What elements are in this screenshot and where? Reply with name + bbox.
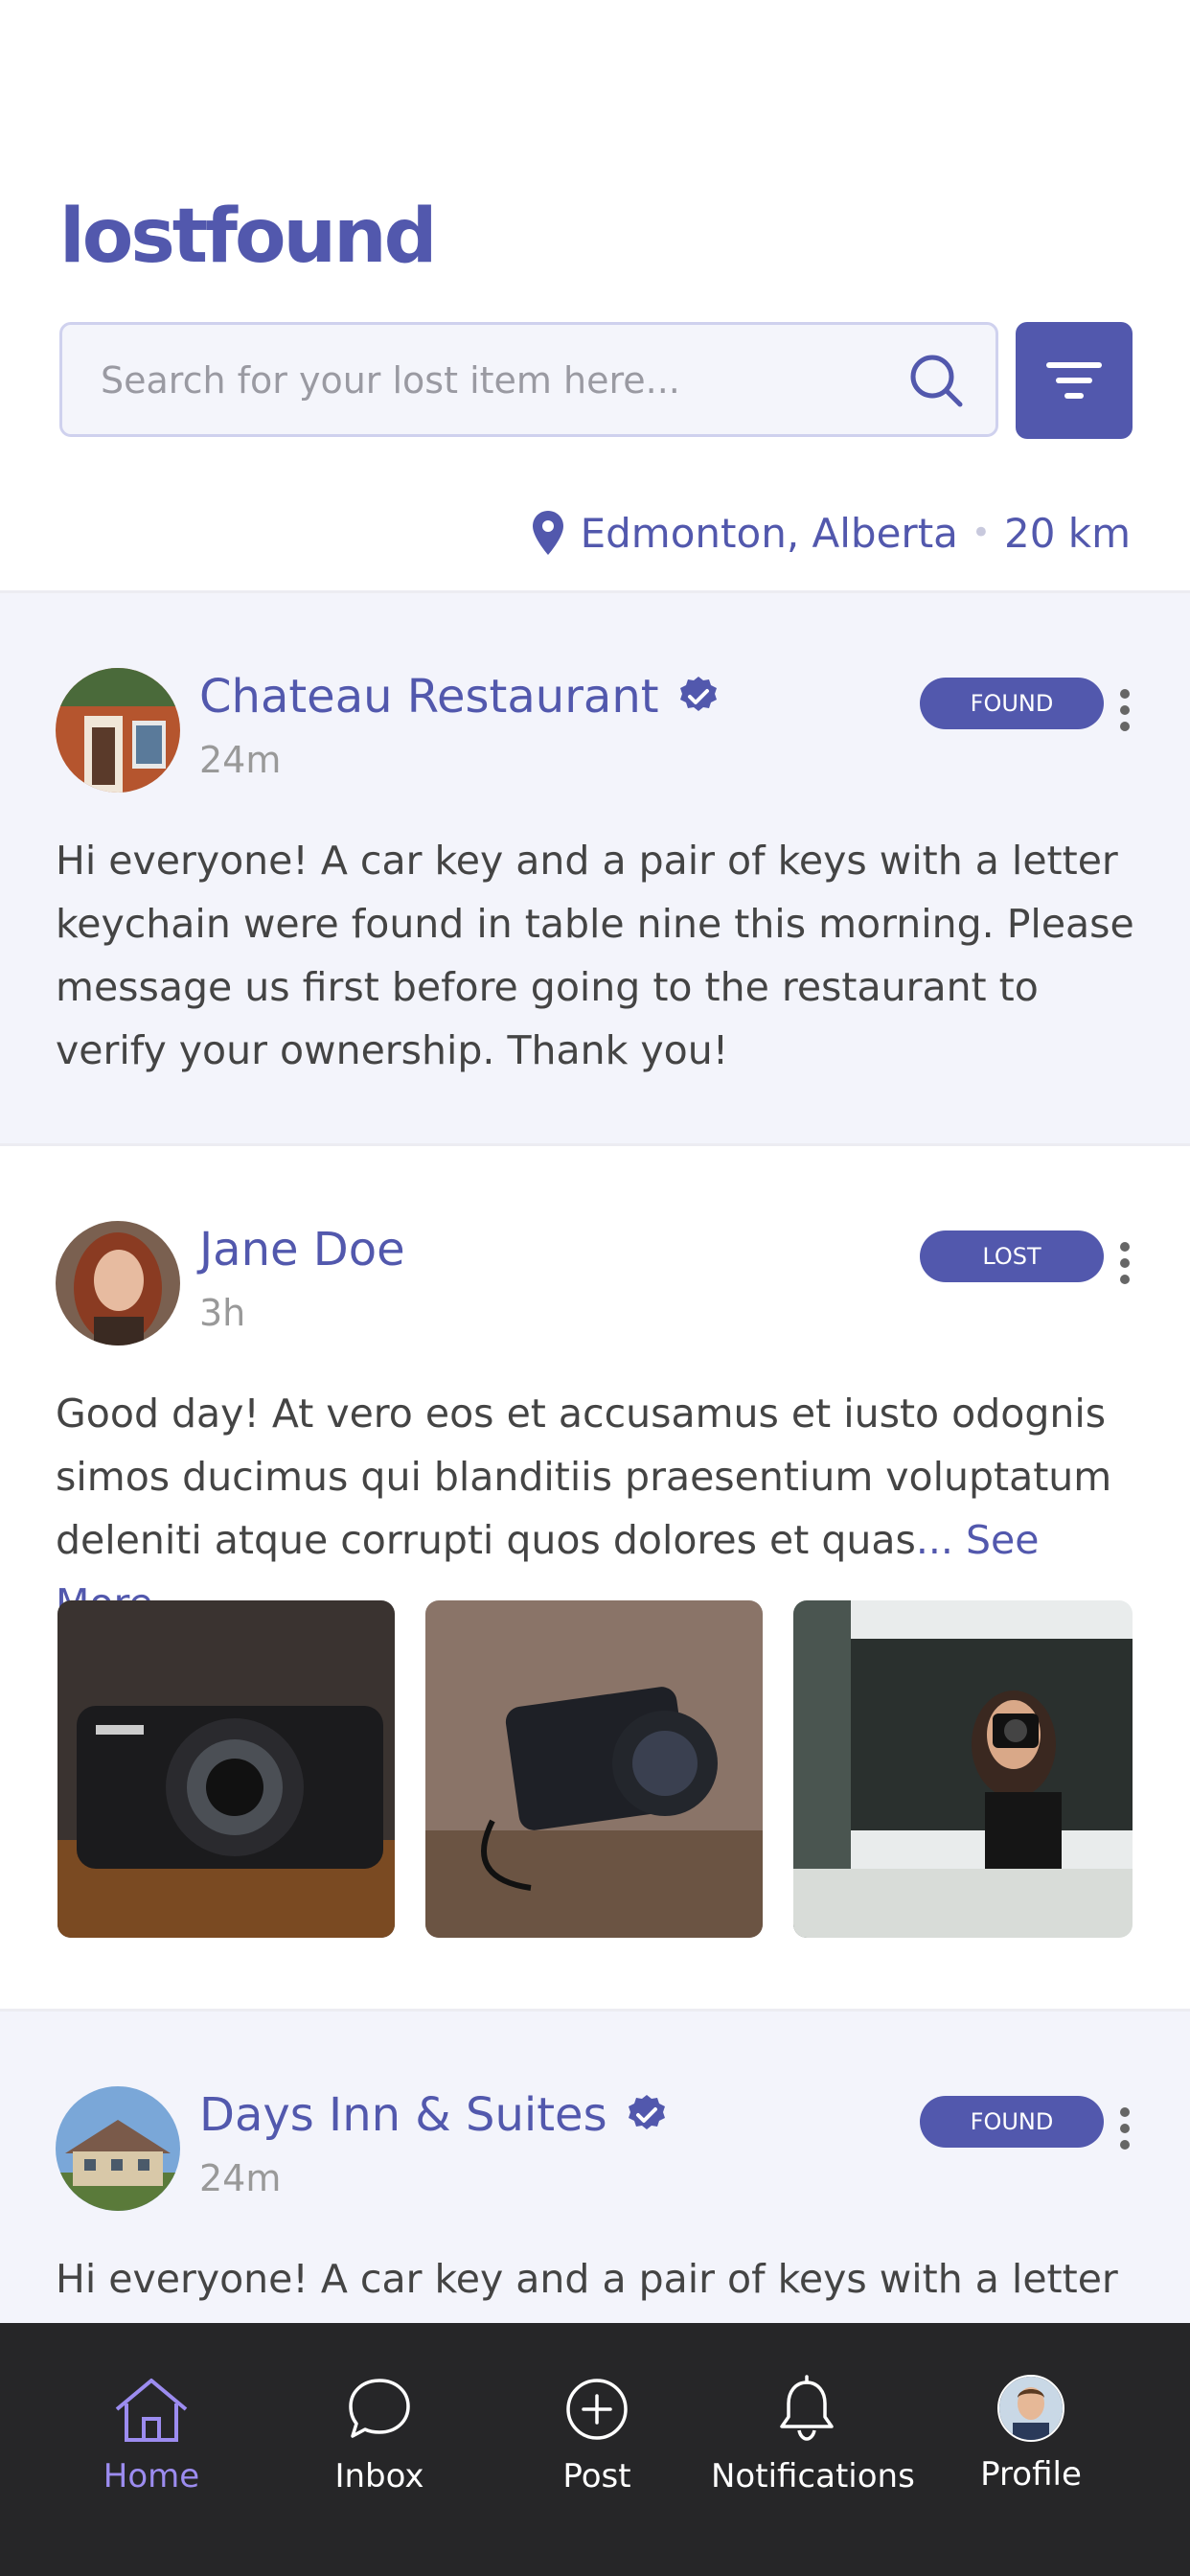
tab-profile[interactable]: Profile (935, 2375, 1127, 2494)
avatar[interactable] (56, 1221, 180, 1346)
post-card[interactable]: Jane Doe 3h LOST Good day! At vero eos e… (0, 1146, 1190, 2009)
post-card[interactable]: Chateau Restaurant 24m FOUND Hi everyone… (0, 593, 1190, 1143)
app-logo: lostfound (59, 194, 437, 280)
author-name[interactable]: Chateau Restaurant (199, 670, 659, 724)
bottom-tab-bar: Home Inbox Post Notifications Profile (0, 2323, 1190, 2576)
post-photo[interactable] (425, 1600, 763, 1938)
tab-home[interactable]: Home (56, 2375, 247, 2496)
post-author[interactable]: Jane Doe (199, 1223, 405, 1276)
location-city: Edmonton, Alberta (580, 509, 958, 557)
tab-inbox[interactable]: Inbox (284, 2375, 475, 2496)
location-pin-icon (532, 511, 563, 555)
location-selector[interactable]: Edmonton, Alberta • 20 km (531, 504, 1131, 562)
search-icon[interactable] (905, 350, 967, 411)
plus-circle-icon (566, 2379, 628, 2440)
location-radius: 20 km (1003, 509, 1131, 557)
post-time: 24m (199, 739, 282, 781)
tab-label: Inbox (334, 2457, 424, 2496)
author-name[interactable]: Jane Doe (199, 1223, 405, 1276)
more-options-icon[interactable] (1117, 1242, 1133, 1284)
avatar[interactable] (56, 2086, 180, 2211)
search-bar[interactable]: Search for your lost item here... (59, 322, 998, 437)
tab-notifications[interactable]: Notifications (711, 2375, 915, 2496)
post-text: Good day! At vero eos et accusamus et iu… (56, 1382, 1138, 1635)
post-photo[interactable] (57, 1600, 395, 1938)
status-badge: FOUND (920, 678, 1104, 729)
status-badge: LOST (920, 1230, 1104, 1282)
tab-post[interactable]: Post (501, 2375, 693, 2496)
tab-label: Profile (980, 2455, 1082, 2494)
post-time: 24m (199, 2157, 282, 2199)
post-time: 3h (199, 1292, 246, 1334)
tab-label: Post (562, 2457, 631, 2496)
status-badge: FOUND (920, 2096, 1104, 2148)
location-separator: • (971, 514, 991, 552)
avatar[interactable] (56, 668, 180, 793)
search-input[interactable]: Search for your lost item here... (101, 359, 680, 402)
post-text: Hi everyone! A car key and a pair of key… (56, 838, 1134, 1073)
avatar (997, 2375, 1064, 2442)
more-options-icon[interactable] (1117, 689, 1133, 731)
tab-label: Home (103, 2457, 200, 2496)
more-options-icon[interactable] (1117, 2107, 1133, 2150)
post-author[interactable]: Chateau Restaurant (199, 670, 721, 724)
author-name[interactable]: Days Inn & Suites (199, 2088, 607, 2142)
post-photo[interactable] (793, 1600, 1133, 1938)
home-icon (115, 2379, 188, 2442)
filter-icon (1046, 362, 1102, 399)
post-author[interactable]: Days Inn & Suites (199, 2088, 669, 2142)
post-text: Hi everyone! A car key and a pair of key… (56, 2256, 1118, 2302)
post-card[interactable]: Days Inn & Suites 24m FOUND Hi everyone!… (0, 2012, 1190, 2323)
filter-button[interactable] (1016, 322, 1133, 439)
chat-bubble-icon (349, 2379, 410, 2438)
verified-icon (628, 2095, 665, 2129)
verified-icon (679, 677, 717, 711)
tab-label: Notifications (711, 2457, 915, 2496)
bell-icon (780, 2375, 834, 2441)
